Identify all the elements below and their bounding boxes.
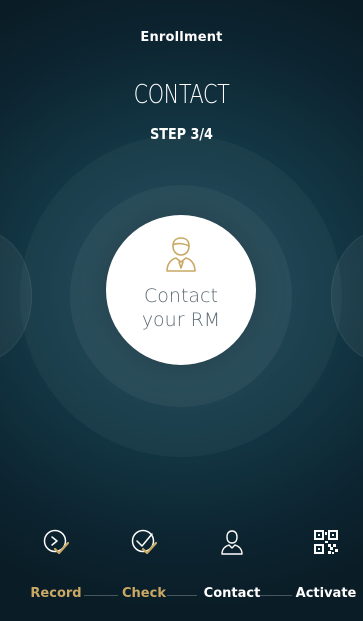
contact-label-line2: your RM — [141, 309, 221, 331]
enrollment-stepper: Record Check Contact Activate — [0, 520, 363, 621]
screen-title: Enrollment — [140, 30, 223, 45]
contact-label-line1: Contact — [144, 285, 218, 307]
step-contact-label: Contact — [203, 586, 261, 601]
qr-code-icon — [314, 530, 338, 554]
step-check[interactable]: Check — [104, 520, 184, 610]
step-check-label: Check — [122, 586, 166, 601]
record-icon — [43, 529, 70, 555]
step-title: CONTACT — [133, 80, 230, 110]
person-icon — [166, 237, 196, 272]
step-record[interactable]: Record — [16, 520, 96, 610]
check-icon — [131, 529, 158, 555]
next-step-card[interactable] — [331, 230, 363, 362]
person-icon — [221, 530, 243, 555]
step-activate[interactable]: Activate — [286, 520, 363, 610]
enrollment-screen: Enrollment CONTACT STEP 3/4 Contact your… — [0, 0, 363, 621]
contact-rm-button[interactable]: Contact your RM — [106, 215, 256, 365]
step-record-label: Record — [30, 586, 82, 601]
step-activate-label: Activate — [295, 586, 357, 601]
step-contact[interactable]: Contact — [192, 520, 272, 610]
